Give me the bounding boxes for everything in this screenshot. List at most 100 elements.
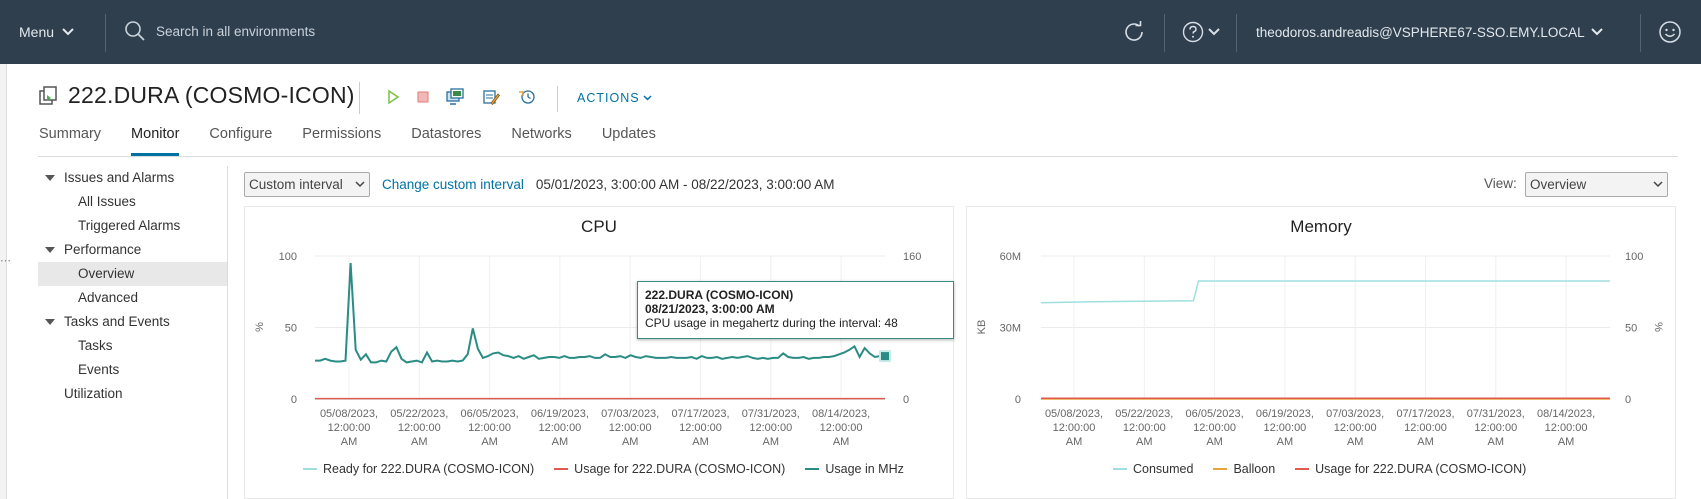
chevron-down-icon: [1653, 181, 1663, 188]
legend-swatch: [303, 468, 317, 470]
legend-label: Usage for 222.DURA (COSMO-ICON): [1315, 462, 1527, 476]
tree-item-performance[interactable]: Performance: [38, 238, 227, 262]
snapshot-icon[interactable]: [518, 88, 536, 106]
legend-item[interactable]: Consumed: [1113, 462, 1193, 476]
tab-bar: Summary Monitor Configure Permissions Datast…: [39, 126, 686, 158]
divider: [557, 86, 558, 112]
feedback-button[interactable]: [1656, 18, 1684, 46]
legend-item[interactable]: Ready for 222.DURA (COSMO-ICON): [303, 462, 534, 476]
legend-label: Ready for 222.DURA (COSMO-ICON): [323, 462, 535, 476]
search-icon: [125, 21, 145, 41]
chevron-down-icon: [1590, 28, 1603, 36]
chart-title: Memory: [1290, 217, 1352, 236]
search-placeholder: Search in all environments: [156, 23, 316, 39]
actions-menu-button[interactable]: ACTIONS: [577, 91, 652, 105]
smiley-icon: [1659, 21, 1681, 43]
caret-down-icon[interactable]: [45, 319, 55, 325]
interval-toolbar: Custom interval Change custom interval 0…: [244, 172, 1676, 197]
chevron-down-icon: [355, 181, 365, 188]
chevron-down-icon: [643, 95, 652, 101]
legend-swatch: [1295, 468, 1310, 470]
divider: [359, 82, 360, 114]
divider: [1236, 14, 1237, 52]
tree-item-overview[interactable]: Overview: [38, 262, 227, 286]
cpu-legend: Ready for 222.DURA (COSMO-ICON) Usage for…: [303, 462, 924, 476]
legend-label: Usage in MHz: [825, 462, 904, 476]
tooltip-date: 08/21/2023, 3:00:00 AM: [645, 302, 775, 316]
power-off-icon[interactable]: [414, 88, 432, 106]
legend-item[interactable]: Balloon: [1213, 462, 1275, 476]
tree-item-label: Tasks: [78, 338, 113, 353]
monitor-navigation-tree: Issues and Alarms All Issues Triggered Ala…: [38, 166, 228, 499]
tab-configure[interactable]: Configure: [209, 126, 272, 156]
tooltip-title: 222.DURA (COSMO-ICON): [645, 288, 794, 302]
legend-swatch: [805, 468, 820, 470]
tab-summary[interactable]: Summary: [39, 126, 101, 156]
legend-swatch: [1113, 468, 1127, 470]
view-select[interactable]: Overview: [1525, 172, 1668, 197]
change-custom-interval-link[interactable]: Change custom interval: [382, 177, 524, 192]
caret-down-icon[interactable]: [45, 247, 55, 253]
tree-item-label: Advanced: [78, 290, 139, 305]
page-title: 222.DURA (COSMO-ICON): [68, 82, 355, 108]
menu-label: Menu: [19, 24, 55, 40]
actions-label: ACTIONS: [577, 91, 640, 105]
memory-legend: Consumed Balloon Usage for 222.DURA (COSMO…: [1113, 462, 1546, 476]
tree-item-tasks[interactable]: Tasks: [38, 334, 227, 358]
legend-label: Balloon: [1233, 462, 1276, 476]
vm-icon: [39, 85, 57, 105]
tree-item-label: Events: [78, 362, 120, 377]
collapsed-navigator[interactable]: ⋯: [0, 64, 11, 499]
tree-item-advanced[interactable]: Advanced: [38, 286, 227, 310]
chart-tooltip: 222.DURA (COSMO-ICON) 08/21/2023, 3:00:0…: [637, 281, 954, 339]
edit-settings-icon[interactable]: [482, 88, 500, 106]
tree-item-label: Issues and Alarms: [64, 170, 175, 185]
tab-updates[interactable]: Updates: [602, 126, 656, 156]
tooltip-text: CPU usage in megahertz during the interv…: [645, 316, 898, 330]
caret-down-icon[interactable]: [45, 175, 55, 181]
tree-item-triggered-alarms[interactable]: Triggered Alarms: [38, 214, 227, 238]
tree-item-all-issues[interactable]: All Issues: [38, 190, 227, 214]
tab-networks[interactable]: Networks: [511, 126, 571, 156]
legend-swatch: [554, 468, 569, 470]
legend-swatch: [1213, 468, 1228, 470]
divider: [1164, 14, 1165, 52]
refresh-button[interactable]: [1120, 18, 1148, 46]
tab-permissions[interactable]: Permissions: [302, 126, 381, 156]
chevron-down-icon: [62, 28, 74, 36]
refresh-icon: [1125, 21, 1143, 41]
legend-label: Usage for 222.DURA (COSMO-ICON): [574, 462, 786, 476]
divider: [105, 14, 106, 52]
tab-monitor[interactable]: Monitor: [131, 126, 180, 156]
power-on-icon[interactable]: [384, 88, 402, 106]
view-label: View:: [1484, 176, 1517, 191]
user-menu[interactable]: theodoros.andreadis@VSPHERE67-SSO.EMY.LO…: [1256, 0, 1603, 64]
tree-item-utilization[interactable]: Utilization: [38, 382, 227, 406]
interval-range: 05/01/2023, 3:00:00 AM - 08/22/2023, 3:0…: [535, 177, 835, 192]
tree-item-label: Performance: [64, 242, 142, 257]
help-menu-button[interactable]: [1181, 18, 1221, 46]
tree-item-tasks-and-events[interactable]: Tasks and Events: [38, 310, 227, 334]
tree-item-label: Utilization: [64, 386, 123, 401]
tab-datastores[interactable]: Datastores: [411, 126, 481, 156]
tree-item-events[interactable]: Events: [38, 358, 227, 382]
tree-item-label: All Issues: [78, 194, 136, 209]
view-select-value: Overview: [1530, 177, 1587, 192]
tree-item-issues-and-alarms[interactable]: Issues and Alarms: [38, 166, 227, 190]
legend-item[interactable]: Usage for 222.DURA (COSMO-ICON): [1295, 462, 1526, 476]
cpu-chart-panel: CPU: [244, 206, 954, 499]
interval-select[interactable]: Custom interval: [244, 172, 370, 197]
chart-title: CPU: [581, 217, 617, 236]
tree-item-label: Tasks and Events: [64, 314, 170, 329]
launch-console-icon[interactable]: [446, 88, 464, 106]
legend-item[interactable]: Usage in MHz: [805, 462, 904, 476]
memory-chart-panel: Memory: [966, 206, 1676, 499]
top-navigation-bar: Menu Search in all environments theodoro…: [0, 0, 1701, 64]
user-name: theodoros.andreadis@VSPHERE67-SSO.EMY.LO…: [1256, 24, 1585, 40]
ellipsis-icon: ⋯: [0, 255, 11, 267]
search-input[interactable]: Search in all environments: [124, 20, 315, 42]
chevron-down-icon: [1208, 28, 1220, 36]
menu-button[interactable]: Menu: [19, 0, 74, 64]
legend-item[interactable]: Usage for 222.DURA (COSMO-ICON): [554, 462, 785, 476]
legend-label: Consumed: [1133, 462, 1194, 476]
